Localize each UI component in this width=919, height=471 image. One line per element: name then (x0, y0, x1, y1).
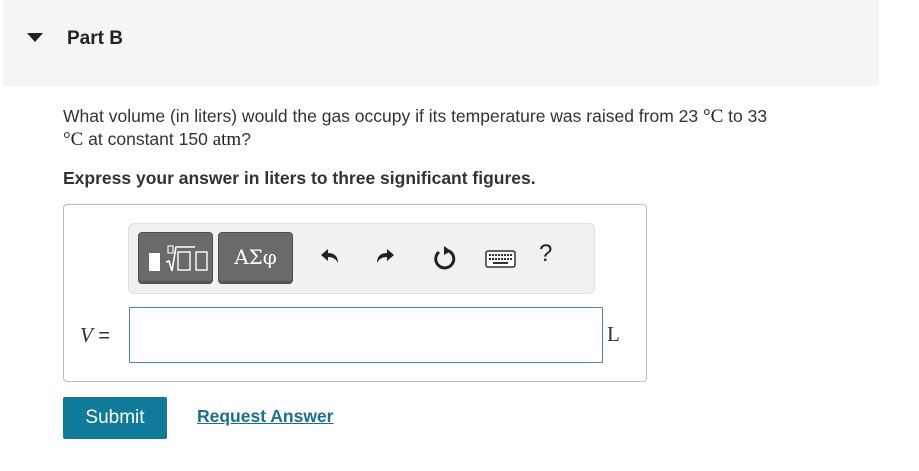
collapse-caret-icon[interactable] (27, 33, 43, 42)
variable-label: V = (80, 323, 110, 348)
greek-symbols-button[interactable]: ΑΣφ (218, 232, 293, 284)
answer-input[interactable] (129, 307, 603, 363)
part-title: Part B (67, 28, 123, 49)
undo-icon[interactable] (314, 242, 346, 274)
question-text-mid1: to 33 (723, 106, 768, 126)
question-text-mid2: at constant 150 (83, 129, 213, 149)
variable-symbol: V (80, 323, 93, 347)
answer-unit: L (607, 322, 620, 346)
reset-icon[interactable] (429, 242, 461, 274)
templates-icon (149, 245, 208, 272)
greek-symbols-label: ΑΣφ (234, 245, 277, 269)
temp2-unit: °C (63, 129, 84, 150)
answer-instruction: Express your answer in liters to three s… (63, 168, 536, 188)
answer-box: ΑΣφ ? V = L (63, 204, 647, 382)
templates-button[interactable] (138, 232, 213, 284)
math-toolbar: ΑΣφ ? (128, 223, 595, 294)
part-header[interactable]: Part B (3, 0, 879, 86)
keyboard-icon[interactable] (484, 242, 516, 274)
question-text: What volume (in liters) would the gas oc… (63, 105, 863, 151)
help-button[interactable]: ? (539, 240, 571, 272)
redo-icon[interactable] (369, 242, 401, 274)
submit-button[interactable]: Submit (63, 397, 167, 439)
temp1-unit: °C (702, 106, 724, 127)
question-text-after: ? (241, 129, 251, 149)
pressure-unit: atm (212, 129, 242, 150)
request-answer-link[interactable]: Request Answer (197, 406, 333, 427)
equals-sign: = (92, 325, 111, 347)
question-text-before: What volume (in liters) would the gas oc… (63, 106, 703, 126)
